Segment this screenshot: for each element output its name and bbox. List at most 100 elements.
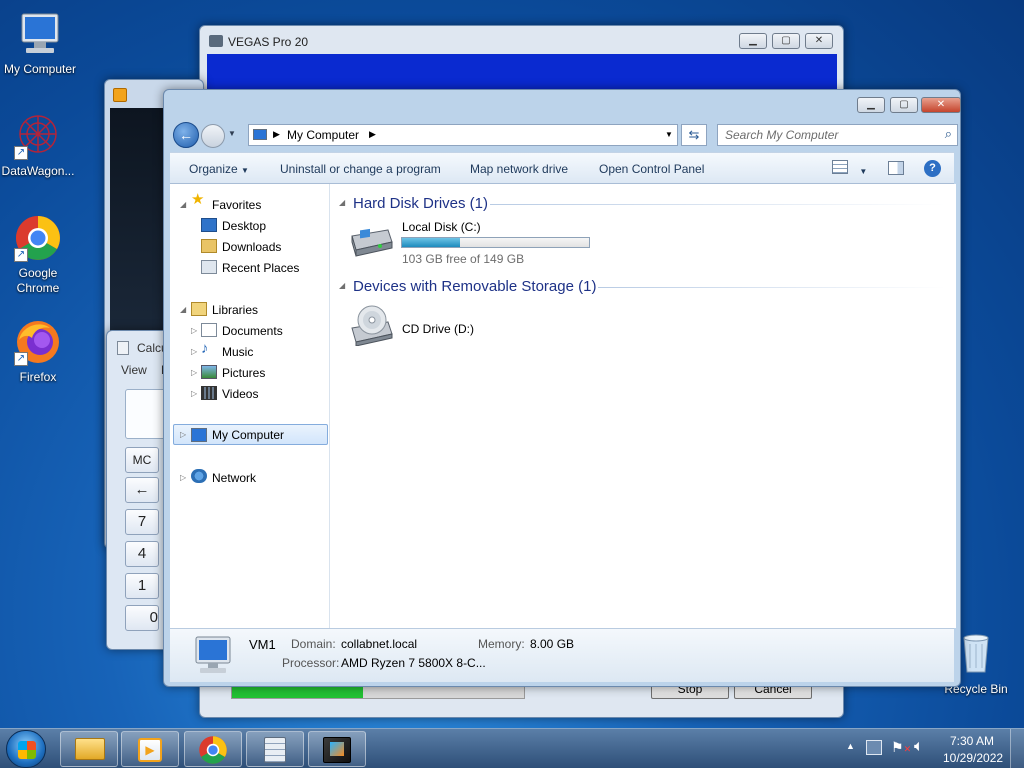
drive-item-cd-drive-d[interactable]: CD Drive (D:) [346, 302, 506, 348]
address-dropdown-icon[interactable]: ▼ [665, 130, 673, 139]
computer-icon [191, 428, 207, 442]
minimize-button[interactable]: ▁ [857, 97, 885, 113]
preview-pane-button[interactable] [888, 161, 904, 175]
desktop-icon-firefox[interactable]: ↗ Firefox [0, 318, 78, 384]
nav-recent-places[interactable]: Recent Places [222, 261, 299, 275]
minimize-button[interactable]: ▁ [739, 33, 767, 49]
calc-key-4[interactable]: 4 [125, 541, 159, 567]
nav-my-computer[interactable]: My Computer [212, 428, 284, 442]
nav-libraries[interactable]: Libraries [212, 303, 258, 317]
action-center-flag-icon[interactable]: ⚑✕ [891, 739, 911, 756]
shortcut-arrow-icon: ↗ [14, 352, 28, 366]
desktop-folder-icon [201, 218, 217, 232]
datawagon-icon: ↗ [14, 112, 62, 160]
show-hidden-icons-button[interactable]: ▲ [846, 741, 855, 751]
taskbar-calculator[interactable] [246, 731, 304, 767]
expand-arrow-icon[interactable]: ◢ [180, 200, 186, 209]
collapse-arrow-icon[interactable]: ▷ [191, 326, 197, 335]
show-desktop-button[interactable] [1010, 729, 1024, 768]
help-icon[interactable]: ? [924, 160, 941, 177]
nav-downloads[interactable]: Downloads [222, 240, 281, 254]
taskbar-chrome[interactable] [184, 731, 242, 767]
nav-music[interactable]: Music [222, 345, 253, 359]
nav-documents[interactable]: Documents [222, 324, 283, 338]
nav-pictures[interactable]: Pictures [222, 366, 265, 380]
desktop-icon-chrome[interactable]: ↗ Google Chrome [0, 214, 78, 296]
breadcrumb-separator-icon[interactable]: ▶ [273, 129, 280, 140]
taskbar-vegas-pro[interactable] [308, 731, 366, 767]
details-pane: VM1 Domain: collabnet.local Memory: 8.00… [170, 628, 954, 682]
collapse-arrow-icon[interactable]: ▷ [191, 347, 197, 356]
navigation-bar: ← ▼ ▶ My Computer ▶ ▼ ⇆ Search My Comput… [170, 122, 958, 148]
forward-button[interactable] [201, 124, 225, 148]
documents-icon [201, 323, 217, 337]
open-control-panel-button[interactable]: Open Control Panel [599, 162, 704, 176]
media-app-icon [113, 88, 127, 102]
breadcrumb-my-computer[interactable]: My Computer [287, 128, 359, 142]
organize-label: Organize [189, 162, 238, 176]
change-view-button[interactable]: ▼ [832, 160, 867, 177]
uninstall-program-button[interactable]: Uninstall or change a program [280, 162, 441, 176]
close-button[interactable]: ✕ [921, 97, 961, 113]
chevron-down-icon: ▼ [859, 167, 868, 176]
breadcrumb-chevron-icon[interactable]: ▶ [369, 129, 376, 140]
address-bar[interactable]: ▶ My Computer ▶ ▼ [248, 124, 678, 146]
desktop-icon-label: My Computer [3, 62, 77, 76]
group-collapse-icon[interactable]: ◢ [339, 281, 345, 290]
search-icon[interactable]: ⌕ [945, 126, 952, 142]
clock-time[interactable]: 7:30 AM [950, 734, 994, 748]
collapse-arrow-icon[interactable]: ▷ [191, 368, 197, 377]
nav-desktop[interactable]: Desktop [222, 219, 266, 233]
domain-value: collabnet.local [341, 637, 418, 651]
search-input[interactable]: Search My Computer ⌕ [717, 124, 958, 146]
desktop-icon-my-computer[interactable]: My Computer [0, 10, 80, 76]
group-divider [490, 204, 945, 205]
computer-name: VM1 [249, 637, 276, 652]
alert-x-icon: ✕ [903, 744, 912, 754]
nav-my-computer-selected[interactable]: ▷ My Computer [173, 424, 328, 445]
calc-key-7[interactable]: 7 [125, 509, 159, 535]
back-button[interactable]: ← [173, 122, 199, 148]
maximize-button[interactable]: ▢ [772, 33, 800, 49]
recent-pages-dropdown[interactable]: ▼ [228, 129, 236, 138]
clock-date[interactable]: 10/29/2022 [943, 751, 1003, 765]
collapse-arrow-icon[interactable]: ▷ [191, 389, 197, 398]
map-network-drive-button[interactable]: Map network drive [470, 162, 568, 176]
organize-menu[interactable]: Organize ▼ [189, 162, 249, 176]
music-icon: ♪ [201, 340, 209, 357]
pictures-icon [201, 365, 217, 379]
maximize-button[interactable]: ▢ [890, 97, 918, 113]
group-header-hard-disk-drives[interactable]: Hard Disk Drives (1) [353, 195, 488, 212]
calc-key-mc[interactable]: MC [125, 447, 159, 473]
calculator-menu-view[interactable]: View [121, 363, 147, 377]
chrome-icon: ↗ [14, 214, 62, 262]
vegas-accent-icon [330, 742, 344, 756]
group-collapse-icon[interactable]: ◢ [339, 198, 345, 207]
drive-item-local-disk-c[interactable]: Local Disk (C:) 103 GB free of 149 GB [346, 220, 596, 266]
desktop-icon-datawagon[interactable]: ↗ DataWagon... [0, 112, 78, 178]
nav-videos[interactable]: Videos [222, 387, 258, 401]
close-button[interactable]: ✕ [805, 33, 833, 49]
memory-label: Memory: [478, 637, 525, 651]
drive-d-name: CD Drive (D:) [402, 322, 474, 336]
collapse-arrow-icon[interactable]: ▷ [180, 473, 186, 482]
network-tray-icon[interactable] [866, 740, 882, 755]
calc-key-0[interactable]: 0 [125, 605, 159, 631]
taskbar-file-explorer[interactable] [60, 731, 118, 767]
group-header-removable-storage[interactable]: Devices with Removable Storage (1) [353, 278, 596, 295]
network-icon [191, 469, 207, 483]
nav-favorites[interactable]: Favorites [212, 198, 261, 212]
explorer-window[interactable]: ▁ ▢ ✕ ← ▼ ▶ My Computer ▶ ▼ ⇆ Search My … [163, 89, 961, 687]
taskbar: ▶ ▲ ⚑✕ 🔈︎ 7:30 AM 10/29/2022 [0, 728, 1024, 768]
refresh-button[interactable]: ⇆ [681, 124, 707, 146]
expand-arrow-icon[interactable]: ◢ [180, 305, 186, 314]
start-button[interactable] [6, 730, 46, 768]
calc-key-1[interactable]: 1 [125, 573, 159, 599]
media-player-icon: ▶ [138, 738, 162, 762]
volume-icon[interactable]: 🔈︎ [914, 738, 924, 756]
nav-network[interactable]: Network [212, 471, 256, 485]
calc-key-backspace[interactable]: ← [125, 477, 159, 503]
collapse-arrow-icon[interactable]: ▷ [180, 430, 186, 439]
taskbar-media-player[interactable]: ▶ [121, 731, 179, 767]
view-options-icon [832, 160, 848, 174]
